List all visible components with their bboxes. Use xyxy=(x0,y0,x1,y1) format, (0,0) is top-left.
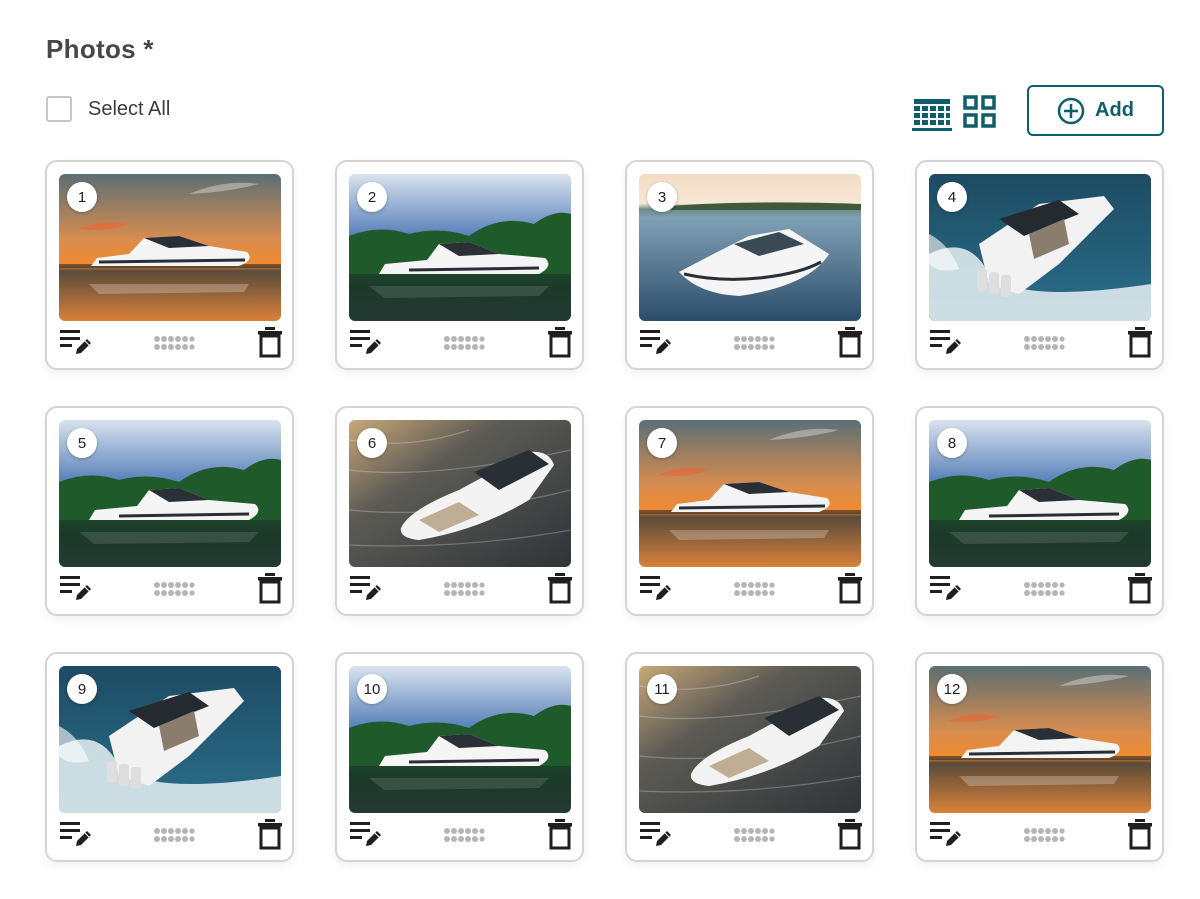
photo-grid: 1 2 3 4 5 6 7 8 9 10 11 12 xyxy=(45,160,1165,862)
edit-caption-icon[interactable] xyxy=(58,819,92,849)
photo-thumbnail[interactable]: 12 xyxy=(929,666,1151,813)
photo-order-badge: 10 xyxy=(357,674,387,704)
photo-card[interactable]: 6 xyxy=(335,406,584,616)
photo-thumbnail[interactable]: 2 xyxy=(349,174,571,321)
photo-thumbnail[interactable]: 6 xyxy=(349,420,571,567)
photo-thumbnail[interactable]: 7 xyxy=(639,420,861,567)
edit-caption-icon[interactable] xyxy=(348,819,382,849)
trash-icon[interactable] xyxy=(257,572,283,604)
grid-view-icon[interactable] xyxy=(963,95,997,129)
drag-handle-icon[interactable] xyxy=(443,581,485,597)
photo-thumbnail[interactable]: 4 xyxy=(929,174,1151,321)
photo-order-badge: 8 xyxy=(937,428,967,458)
edit-caption-icon[interactable] xyxy=(638,819,672,849)
photo-order-badge: 5 xyxy=(67,428,97,458)
photo-card[interactable]: 2 xyxy=(335,160,584,370)
active-view-indicator xyxy=(912,128,952,131)
select-all-checkbox[interactable] xyxy=(46,96,72,122)
photo-thumbnail[interactable]: 9 xyxy=(59,666,281,813)
add-button-label: Add xyxy=(1095,99,1134,121)
photo-thumbnail[interactable]: 10 xyxy=(349,666,571,813)
drag-handle-icon[interactable] xyxy=(443,335,485,351)
photo-card[interactable]: 3 xyxy=(625,160,874,370)
edit-caption-icon[interactable] xyxy=(58,573,92,603)
trash-icon[interactable] xyxy=(547,818,573,850)
photo-order-badge: 2 xyxy=(357,182,387,212)
trash-icon[interactable] xyxy=(257,818,283,850)
trash-icon[interactable] xyxy=(1127,326,1153,358)
photo-card[interactable]: 5 xyxy=(45,406,294,616)
drag-handle-icon[interactable] xyxy=(443,827,485,843)
edit-caption-icon[interactable] xyxy=(348,327,382,357)
edit-caption-icon[interactable] xyxy=(58,327,92,357)
drag-handle-icon[interactable] xyxy=(1023,335,1065,351)
trash-icon[interactable] xyxy=(837,572,863,604)
edit-caption-icon[interactable] xyxy=(638,327,672,357)
photo-order-badge: 4 xyxy=(937,182,967,212)
photo-card[interactable]: 11 xyxy=(625,652,874,862)
drag-handle-icon[interactable] xyxy=(1023,581,1065,597)
edit-caption-icon[interactable] xyxy=(928,327,962,357)
trash-icon[interactable] xyxy=(1127,572,1153,604)
trash-icon[interactable] xyxy=(257,326,283,358)
photo-card[interactable]: 7 xyxy=(625,406,874,616)
trash-icon[interactable] xyxy=(547,326,573,358)
photo-thumbnail[interactable]: 11 xyxy=(639,666,861,813)
list-view-icon[interactable] xyxy=(912,96,952,130)
photo-card[interactable]: 8 xyxy=(915,406,1164,616)
photo-card[interactable]: 4 xyxy=(915,160,1164,370)
plus-circle-icon xyxy=(1057,97,1085,124)
photo-order-badge: 1 xyxy=(67,182,97,212)
drag-handle-icon[interactable] xyxy=(733,335,775,351)
photo-thumbnail[interactable]: 3 xyxy=(639,174,861,321)
photos-title: Photos * xyxy=(46,34,154,64)
edit-caption-icon[interactable] xyxy=(928,819,962,849)
photo-order-badge: 3 xyxy=(647,182,677,212)
edit-caption-icon[interactable] xyxy=(348,573,382,603)
photo-card[interactable]: 9 xyxy=(45,652,294,862)
photo-thumbnail[interactable]: 5 xyxy=(59,420,281,567)
trash-icon[interactable] xyxy=(837,818,863,850)
photo-thumbnail[interactable]: 8 xyxy=(929,420,1151,567)
drag-handle-icon[interactable] xyxy=(153,827,195,843)
photo-card[interactable]: 10 xyxy=(335,652,584,862)
drag-handle-icon[interactable] xyxy=(733,827,775,843)
drag-handle-icon[interactable] xyxy=(1023,827,1065,843)
select-all-control[interactable]: Select All xyxy=(46,96,170,122)
trash-icon[interactable] xyxy=(1127,818,1153,850)
edit-caption-icon[interactable] xyxy=(638,573,672,603)
trash-icon[interactable] xyxy=(837,326,863,358)
drag-handle-icon[interactable] xyxy=(153,581,195,597)
photo-order-badge: 11 xyxy=(647,674,677,704)
photo-thumbnail[interactable]: 1 xyxy=(59,174,281,321)
edit-caption-icon[interactable] xyxy=(928,573,962,603)
drag-handle-icon[interactable] xyxy=(733,581,775,597)
photo-card[interactable]: 1 xyxy=(45,160,294,370)
photo-order-badge: 6 xyxy=(357,428,387,458)
select-all-label: Select All xyxy=(88,97,171,120)
drag-handle-icon[interactable] xyxy=(153,335,195,351)
trash-icon[interactable] xyxy=(547,572,573,604)
photo-order-badge: 12 xyxy=(937,674,967,704)
photo-order-badge: 7 xyxy=(647,428,677,458)
add-photo-button[interactable]: Add xyxy=(1027,85,1164,136)
photo-order-badge: 9 xyxy=(67,674,97,704)
photo-card[interactable]: 12 xyxy=(915,652,1164,862)
